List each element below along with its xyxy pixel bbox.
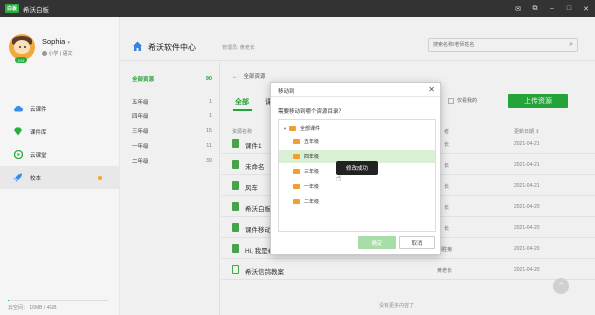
sidebar-item-cloud-courseware[interactable]: 云课件 <box>0 97 119 120</box>
share-icon[interactable]: ⧉ <box>530 5 540 13</box>
mail-icon[interactable]: ✉ <box>513 5 523 13</box>
app-logo: 白板 <box>5 4 19 13</box>
sidebar-item-school[interactable]: 校本 <box>0 166 119 189</box>
sidebar: LV1 Sophia ▾ 小学 | 语文 云课件 课件库 云课堂 校本 云空间：… <box>0 17 120 315</box>
title-bar: 白板 希沃白板 ✉ ⧉ – □ ✕ <box>0 0 595 17</box>
close-icon[interactable]: ✕ <box>428 85 435 94</box>
user-meta: 小学 | 语文 <box>42 50 72 57</box>
app-title: 希沃白板 <box>23 6 49 14</box>
tree-root[interactable]: ▼ 全部课件 <box>279 122 435 135</box>
sidebar-item-courseware-library[interactable]: 课件库 <box>0 120 119 143</box>
play-circle-icon <box>13 150 23 159</box>
user-name[interactable]: Sophia ▾ <box>42 37 70 46</box>
sidebar-item-label: 云课件 <box>30 106 47 113</box>
dialog-title: 移动到 <box>278 89 295 95</box>
folder-tree: ▼ 全部课件 五年级 四年级 三年级 一年级 二年级 <box>278 119 436 232</box>
sidebar-item-label: 课件库 <box>30 129 47 136</box>
success-toast: 修改成功 <box>336 161 378 175</box>
chevron-down-icon[interactable]: ▾ <box>67 40 70 46</box>
folder-icon <box>293 154 300 159</box>
cloud-icon <box>13 104 23 113</box>
dialog-question: 需要移动到哪个资源目录？ <box>278 109 345 115</box>
storage-text: 云空间： 16MB / 4GB <box>8 305 57 311</box>
tree-folder[interactable]: 一年级 <box>279 180 435 193</box>
close-icon[interactable]: ✕ <box>581 5 591 13</box>
notification-dot <box>98 175 102 180</box>
sidebar-item-label: 云课堂 <box>30 152 47 159</box>
rocket-icon <box>13 173 23 182</box>
storage-bar <box>8 299 108 301</box>
minimize-icon[interactable]: – <box>547 5 557 12</box>
hand-cursor-icon: ☝ <box>336 173 342 183</box>
tree-folder[interactable]: 五年级 <box>279 135 435 148</box>
sidebar-nav: 云课件 课件库 云课堂 校本 <box>0 97 119 189</box>
folder-icon <box>293 169 300 174</box>
cancel-button[interactable]: 取消 <box>399 236 435 249</box>
sidebar-item-label: 校本 <box>30 175 42 182</box>
sidebar-item-cloud-classroom[interactable]: 云课堂 <box>0 143 119 166</box>
dialog-header: 移动到 ✕ <box>271 83 440 97</box>
folder-icon <box>289 126 296 131</box>
tree-folder[interactable]: 二年级 <box>279 195 435 208</box>
folder-icon <box>293 139 300 144</box>
folder-icon <box>293 184 300 189</box>
user-icon <box>42 51 47 57</box>
maximize-icon[interactable]: □ <box>564 5 574 12</box>
window-controls: ✉ ⧉ – □ ✕ <box>513 0 591 17</box>
folder-icon <box>293 199 300 204</box>
level-badge: LV1 <box>15 57 27 63</box>
diamond-icon <box>13 127 23 136</box>
confirm-button[interactable]: 确定 <box>358 236 396 249</box>
